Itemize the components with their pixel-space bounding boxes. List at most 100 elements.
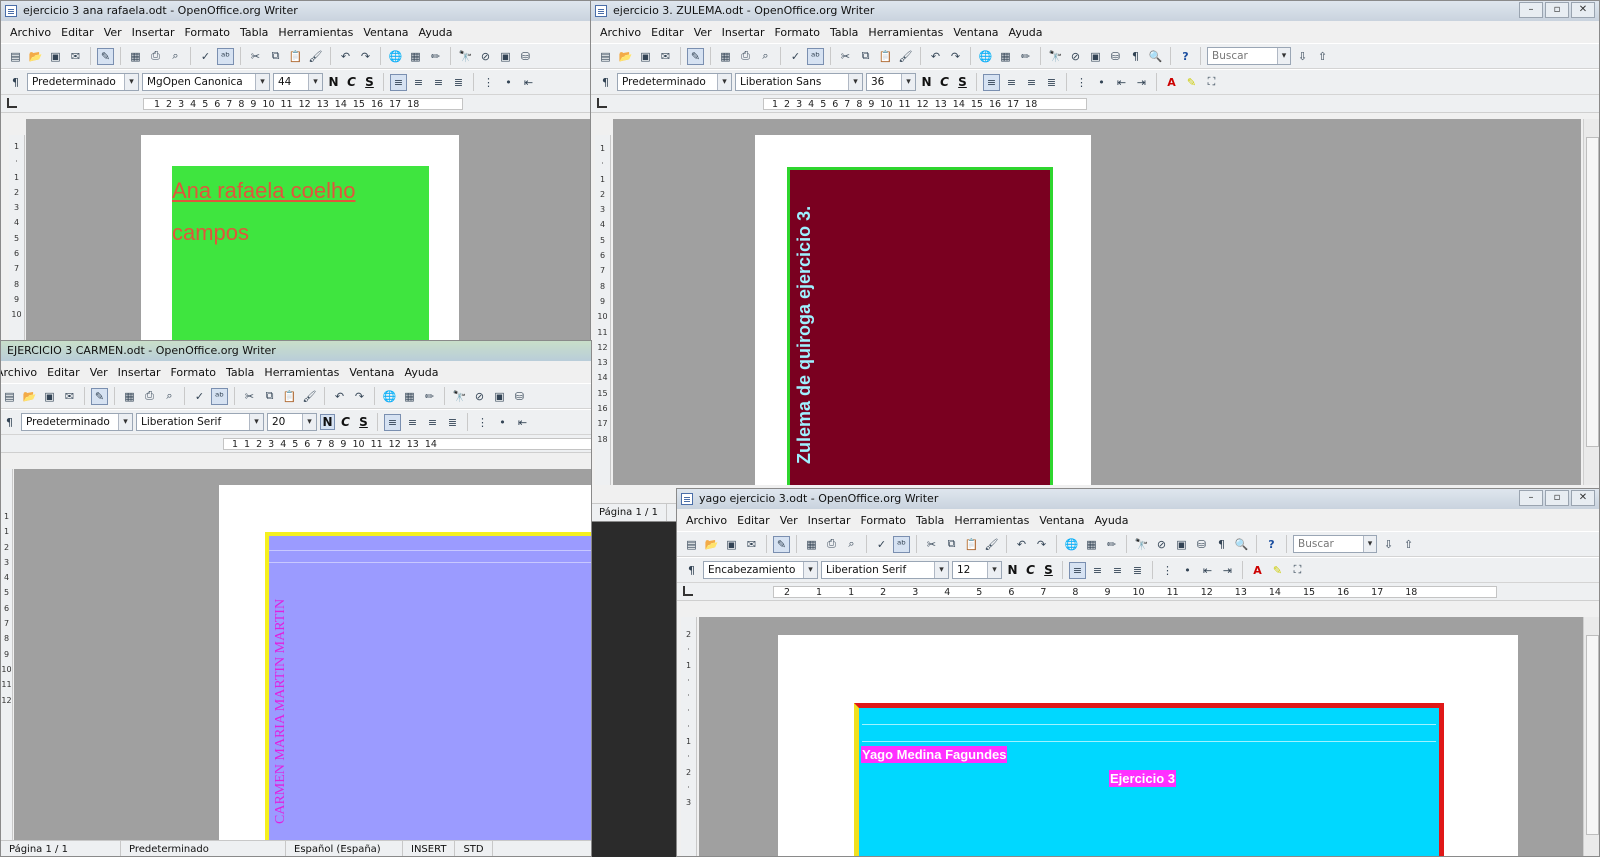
menu-formato[interactable]: Formato (166, 366, 222, 379)
align-center-icon[interactable]: ≡ (404, 414, 421, 431)
print-icon[interactable]: ⎙ (823, 536, 840, 553)
menu-tabla[interactable]: Tabla (825, 26, 863, 39)
new-document-icon[interactable]: ▤ (683, 536, 700, 553)
document-area[interactable]: Ana rafaela coelho campos (26, 119, 591, 349)
autospellcheck-icon[interactable]: ᵃᵇ (217, 47, 234, 65)
autospellcheck-icon[interactable]: ᵃᵇ (893, 535, 910, 553)
text-frame[interactable]: CARMEN MARIA MARTIN MARTIN (265, 532, 591, 841)
paragraph-style-select[interactable]: Predeterminado (21, 413, 133, 431)
bullets-icon[interactable]: • (1093, 74, 1110, 91)
open-folder-icon[interactable]: 📂 (617, 48, 634, 65)
redo-icon[interactable]: ↷ (947, 48, 964, 65)
gallery-icon[interactable]: ▣ (1173, 536, 1190, 553)
paste-icon[interactable]: 📋 (963, 536, 980, 553)
navigator-icon[interactable]: ⊘ (471, 388, 488, 405)
document-page[interactable]: Zulema de quiroga ejercicio 3. (755, 135, 1091, 485)
hyperlink-icon[interactable]: 🌐 (977, 48, 994, 65)
scrollbar-thumb[interactable] (1586, 137, 1599, 447)
edit-mode-icon[interactable]: ✎ (687, 47, 704, 65)
format-paintbrush-icon[interactable]: 🖌 (307, 48, 324, 65)
numbering-icon[interactable]: ⋮ (1073, 74, 1090, 91)
open-folder-icon[interactable]: 📂 (703, 536, 720, 553)
highlighting-icon[interactable]: ✎ (1183, 74, 1200, 91)
email-icon[interactable]: ✉ (67, 48, 84, 65)
decrease-indent-icon[interactable]: ⇤ (1113, 74, 1130, 91)
gallery-icon[interactable]: ▣ (497, 48, 514, 65)
document-page[interactable]: CARMEN MARIA MARTIN MARTIN (219, 485, 591, 841)
menu-editar[interactable]: Editar (732, 514, 775, 527)
menu-insertar[interactable]: Insertar (717, 26, 770, 39)
zoom-icon[interactable]: 🔍 (1147, 48, 1164, 65)
find-replace-icon[interactable]: 🔭 (1133, 536, 1150, 553)
menu-archivo[interactable]: Archivo (595, 26, 646, 39)
text-frame[interactable]: Zulema de quiroga ejercicio 3. (787, 167, 1053, 485)
document-area[interactable]: Yago Medina Fagundes Ejercicio 3 (699, 617, 1583, 856)
menu-editar[interactable]: Editar (646, 26, 689, 39)
font-size-select[interactable]: 20 (267, 413, 317, 431)
italic-button[interactable]: C (338, 415, 353, 429)
justify-icon[interactable]: ≣ (1043, 74, 1060, 91)
italic-button[interactable]: C (1023, 563, 1038, 577)
new-document-icon[interactable]: ▤ (7, 48, 24, 65)
spellcheck-icon[interactable]: ✓ (787, 48, 804, 65)
menu-ventana[interactable]: Ventana (948, 26, 1003, 39)
print-preview-icon[interactable]: ⌕ (161, 388, 178, 405)
align-right-icon[interactable]: ≡ (1023, 74, 1040, 91)
paragraph-style-select[interactable]: Predeterminado (27, 73, 139, 91)
font-name-select[interactable]: Liberation Sans (735, 73, 863, 91)
italic-button[interactable]: C (344, 75, 359, 89)
draw-functions-icon[interactable]: ✏ (421, 388, 438, 405)
menu-herramientas[interactable]: Herramientas (863, 26, 948, 39)
save-icon[interactable]: ▣ (47, 48, 64, 65)
cut-icon[interactable]: ✂ (241, 388, 258, 405)
menu-insertar[interactable]: Insertar (127, 26, 180, 39)
menu-herramientas[interactable]: Herramientas (273, 26, 358, 39)
background-color-icon[interactable]: ⛶ (1289, 562, 1306, 579)
zoom-icon[interactable]: 🔍 (1233, 536, 1250, 553)
vertical-scrollbar[interactable] (1583, 617, 1599, 856)
title-bar[interactable]: ejercicio 3. ZULEMA.odt - OpenOffice.org… (591, 1, 1599, 21)
background-color-icon[interactable]: ⛶ (1203, 74, 1220, 91)
menu-formato[interactable]: Formato (856, 514, 912, 527)
font-name-select[interactable]: Liberation Serif (821, 561, 949, 579)
tab-type-selector-icon[interactable] (683, 586, 693, 596)
export-pdf-icon[interactable]: ▦ (121, 388, 138, 405)
bullets-icon[interactable]: • (494, 414, 511, 431)
align-right-icon[interactable]: ≡ (430, 74, 447, 91)
horizontal-ruler[interactable]: 2 1 1 2 3 4 5 6 7 8 9 10 11 12 13 14 15 16 17 18 (677, 583, 1599, 601)
menu-ventana[interactable]: Ventana (358, 26, 413, 39)
edit-mode-icon[interactable]: ✎ (97, 47, 114, 65)
new-document-icon[interactable]: ▤ (597, 48, 614, 65)
export-pdf-icon[interactable]: ▦ (803, 536, 820, 553)
copy-icon[interactable]: ⧉ (267, 48, 284, 65)
decrease-indent-icon[interactable]: ⇤ (514, 414, 531, 431)
hyperlink-icon[interactable]: 🌐 (381, 388, 398, 405)
menu-insertar[interactable]: Insertar (113, 366, 166, 379)
datasources-icon[interactable]: ⛁ (1107, 48, 1124, 65)
bold-button[interactable]: N (320, 414, 335, 430)
cut-icon[interactable]: ✂ (837, 48, 854, 65)
datasources-icon[interactable]: ⛁ (511, 388, 528, 405)
find-previous-icon[interactable]: ⇧ (1400, 536, 1417, 553)
justify-icon[interactable]: ≣ (450, 74, 467, 91)
new-document-icon[interactable]: ▤ (1, 388, 18, 405)
print-icon[interactable]: ⎙ (141, 388, 158, 405)
align-center-icon[interactable]: ≡ (410, 74, 427, 91)
save-icon[interactable]: ▣ (637, 48, 654, 65)
menu-herramientas[interactable]: Herramientas (259, 366, 344, 379)
gallery-icon[interactable]: ▣ (491, 388, 508, 405)
minimize-icon[interactable]: – (1519, 2, 1543, 18)
format-paintbrush-icon[interactable]: 🖌 (301, 388, 318, 405)
print-preview-icon[interactable]: ⌕ (757, 48, 774, 65)
font-color-icon[interactable]: A (1249, 562, 1266, 579)
paragraph-style-select[interactable]: Predeterminado (617, 73, 732, 91)
text-frame[interactable]: Ana rafaela coelho campos (172, 166, 429, 349)
status-insert-mode[interactable]: INSERT (403, 841, 456, 856)
menu-editar[interactable]: Editar (42, 366, 85, 379)
open-folder-icon[interactable]: 📂 (21, 388, 38, 405)
bold-button[interactable]: N (326, 75, 341, 89)
menu-archivo[interactable]: Archivo (5, 26, 56, 39)
vertical-scrollbar[interactable] (1583, 119, 1599, 485)
font-name-select[interactable]: Liberation Serif (136, 413, 264, 431)
minimize-icon[interactable]: – (1519, 490, 1543, 506)
